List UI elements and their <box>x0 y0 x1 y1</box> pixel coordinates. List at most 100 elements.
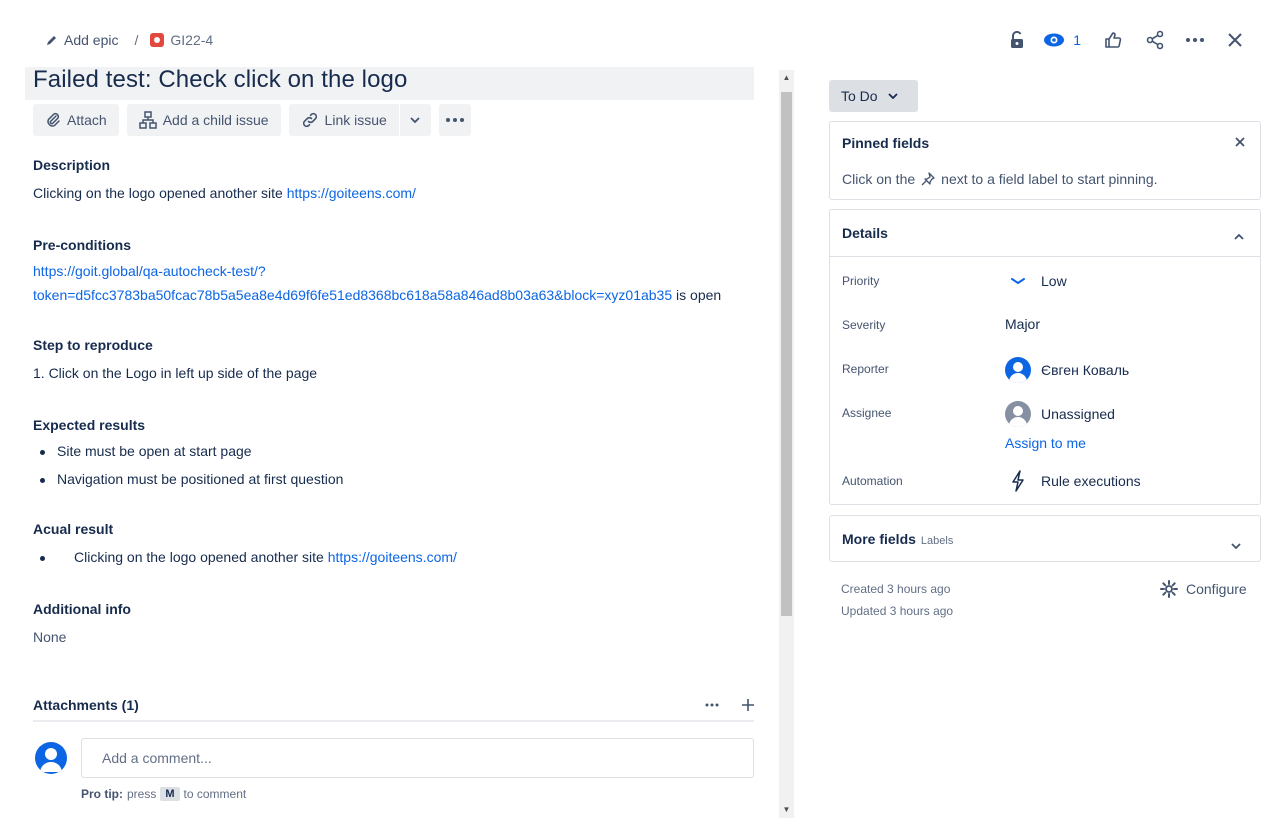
plus-icon <box>742 699 754 711</box>
priority-label: Priority <box>842 274 880 288</box>
toolbar-more-button[interactable] <box>438 104 471 136</box>
attachments-heading: Attachments (1) <box>33 697 139 713</box>
assignee-value: Unassigned <box>1041 406 1115 422</box>
close-icon <box>1235 137 1245 147</box>
link-issue-label: Link issue <box>324 112 387 128</box>
share-icon <box>1146 30 1164 50</box>
preconditions-link-line2[interactable]: token=d5fcc3783ba50fcac78b5a5ea8e4d69f6f… <box>33 287 721 303</box>
severity-field[interactable]: Major <box>1005 316 1040 332</box>
more-icon <box>1186 38 1204 42</box>
more-fields-expand-button[interactable] <box>1231 536 1241 552</box>
preconditions-link-line1[interactable]: https://goit.global/qa-autocheck-test/? <box>33 263 266 279</box>
more-fields-sub: Labels <box>920 535 954 547</box>
preconditions-link-token[interactable]: token=d5fcc3783ba50fcac78b5a5ea8e4d69f6f… <box>33 287 672 303</box>
list-item[interactable]: Site must be open at start page <box>40 443 252 459</box>
bug-icon <box>150 33 165 47</box>
issue-toolbar: Attach Add a child issue Link issue <box>33 104 471 136</box>
reporter-value: Євген Коваль <box>1041 362 1130 378</box>
attach-button[interactable]: Attach <box>33 104 119 136</box>
preconditions-link[interactable]: https://goit.global/qa-autocheck-test/? <box>33 263 266 279</box>
status-dropdown[interactable]: To Do <box>829 80 918 112</box>
protip: Pro tip: press M to comment <box>81 787 246 801</box>
automation-label: Automation <box>842 474 903 488</box>
unlock-icon <box>1011 31 1024 48</box>
attach-label: Attach <box>67 112 107 128</box>
pin-icon <box>921 172 935 186</box>
restrict-button[interactable] <box>1001 26 1033 54</box>
chevron-down-icon <box>1231 543 1241 550</box>
avatar <box>1005 401 1031 427</box>
reporter-label: Reporter <box>842 362 889 376</box>
expected-heading: Expected results <box>33 417 146 433</box>
more-icon <box>445 118 464 122</box>
priority-field[interactable]: Low <box>1005 272 1067 290</box>
attachments-actions <box>700 694 760 716</box>
more-fields-panel[interactable]: More fields Labels <box>829 515 1261 562</box>
scroll-up-arrow[interactable]: ▲ <box>779 70 794 84</box>
issue-title[interactable]: Failed test: Check click on the logo <box>33 66 407 94</box>
details-heading[interactable]: Details <box>842 225 888 241</box>
add-child-issue-button[interactable]: Add a child issue <box>126 104 281 136</box>
issue-key-link[interactable]: GI22-4 <box>150 32 213 48</box>
details-collapse-button[interactable] <box>1234 227 1244 243</box>
pinned-close-button[interactable] <box>1232 134 1248 150</box>
pencil-icon <box>47 36 56 45</box>
more-fields-heading: More fields <box>842 531 916 547</box>
pinned-hint-after: next to a field label to start pinning. <box>941 171 1158 187</box>
breadcrumb-separator: / <box>134 32 139 48</box>
list-item[interactable]: Navigation must be positioned at first q… <box>40 471 343 487</box>
automation-value: Rule executions <box>1041 473 1141 489</box>
protip-press: press <box>127 787 157 801</box>
user-icon <box>40 748 62 772</box>
scrollbar-thumb[interactable] <box>781 92 792 616</box>
link-issue-dropdown[interactable] <box>398 104 431 136</box>
pinned-fields-heading: Pinned fields <box>842 135 930 151</box>
pinned-fields-panel: Pinned fields Click on the next to a fie… <box>829 121 1261 200</box>
watch-count: 1 <box>1073 32 1081 48</box>
list-item[interactable]: Clicking on the logo opened another site… <box>40 549 457 565</box>
actual-heading: Acual result <box>33 521 114 537</box>
comment-placeholder: Add a comment... <box>102 750 212 766</box>
description-text[interactable]: Clicking on the logo opened another site… <box>33 185 416 201</box>
vote-button[interactable] <box>1097 26 1129 54</box>
chevron-down-icon <box>410 117 420 123</box>
close-icon <box>1228 33 1242 47</box>
add-epic-label: Add epic <box>64 32 119 48</box>
attachments-more-button[interactable] <box>700 694 724 716</box>
details-divider <box>830 256 1260 257</box>
assign-to-me-label[interactable]: Assign to me <box>1005 435 1086 451</box>
steps-text[interactable]: 1. Click on the Logo in left up side of … <box>33 365 317 381</box>
share-button[interactable] <box>1139 26 1171 54</box>
link-issue-button[interactable]: Link issue <box>288 104 399 136</box>
configure-button[interactable]: Configure <box>1160 580 1247 598</box>
protip-label: Pro tip: <box>81 787 123 801</box>
actual-link[interactable]: https://goiteens.com/ <box>328 549 457 565</box>
scroll-down-arrow[interactable]: ▼ <box>779 802 794 816</box>
attachments-add-button[interactable] <box>736 694 760 716</box>
more-icon <box>705 703 719 707</box>
expected-item-2: Navigation must be positioned at first q… <box>57 471 344 487</box>
description-heading: Description <box>33 157 111 173</box>
preconditions-heading: Pre-conditions <box>33 237 132 253</box>
additional-heading: Additional info <box>33 601 131 617</box>
protip-key: M <box>160 787 180 801</box>
description-link[interactable]: https://goiteens.com/ <box>287 185 416 201</box>
additional-text[interactable]: None <box>33 629 66 645</box>
assignee-field[interactable]: Unassigned <box>1005 401 1115 427</box>
reporter-field[interactable]: Євген Коваль <box>1005 357 1129 383</box>
watch-button[interactable]: 1 <box>1043 32 1081 48</box>
chevron-up-icon <box>1234 233 1244 240</box>
thumbs-up-icon <box>1105 32 1122 48</box>
comment-input[interactable]: Add a comment... <box>81 738 754 778</box>
preconditions-suffix: is open <box>672 287 722 303</box>
automation-field[interactable]: Rule executions <box>1005 470 1141 492</box>
hierarchy-icon <box>138 111 157 129</box>
assign-to-me-link[interactable]: Assign to me <box>1005 435 1086 451</box>
close-button[interactable] <box>1219 26 1251 54</box>
header-actions: 1 <box>1001 26 1251 54</box>
add-epic-button[interactable]: Add epic <box>46 32 118 48</box>
actual-item: Clicking on the logo opened another site… <box>57 549 457 565</box>
actual-text: Clicking on the logo opened another site <box>74 549 328 565</box>
issue-key-label: GI22-4 <box>170 32 214 48</box>
more-actions-button[interactable] <box>1179 26 1211 54</box>
